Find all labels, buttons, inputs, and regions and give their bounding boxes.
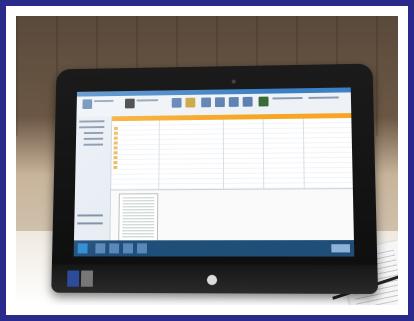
ribbon-label	[94, 99, 114, 103]
grid-column-divider	[222, 119, 225, 189]
row-icon	[113, 126, 118, 130]
brand-logo-icon	[206, 274, 218, 286]
taskbar-app-icon	[136, 243, 147, 254]
ribbon-button-icon	[82, 99, 93, 110]
ribbon-label	[136, 99, 159, 102]
all-in-one-monitor	[51, 63, 379, 295]
nav-item	[77, 214, 103, 217]
ribbon-button-icon	[201, 97, 212, 108]
row-icon	[113, 161, 118, 164]
nav-item	[79, 120, 105, 123]
photo-frame	[6, 6, 408, 315]
ribbon-button-icon	[214, 97, 225, 108]
taskbar-app-icon	[95, 243, 106, 254]
nav-item	[77, 222, 103, 225]
monitor-chin	[51, 264, 379, 295]
clock-area	[331, 244, 351, 253]
document-preview	[118, 193, 159, 242]
window-title-bar	[76, 87, 351, 97]
ribbon-button-icon	[124, 98, 135, 109]
brand-sticker	[80, 270, 94, 287]
preview-pane	[110, 188, 354, 242]
ribbon-button-icon	[171, 97, 182, 108]
nav-item	[79, 126, 105, 129]
row-icon	[113, 165, 118, 169]
nav-item	[83, 137, 104, 140]
nav-item	[83, 131, 104, 135]
ribbon-button-icon	[242, 96, 253, 107]
taskbar-app-icon	[109, 243, 120, 254]
ribbon-label	[272, 97, 303, 100]
document-text-lines	[122, 197, 155, 238]
monitor-screen	[73, 87, 355, 257]
taskbar-app-icon	[123, 243, 134, 254]
ribbon-button-icon	[228, 97, 239, 107]
ribbon-button-icon	[185, 97, 196, 108]
row-icon	[113, 131, 118, 135]
taskbar	[73, 240, 355, 257]
row-icon	[113, 141, 118, 145]
row-icon	[113, 136, 118, 140]
webcam-icon	[231, 79, 236, 84]
nav-item	[83, 143, 104, 146]
row-icon	[113, 151, 118, 155]
start-icon	[77, 243, 88, 254]
ribbon-button-icon	[258, 96, 269, 107]
brand-sticker	[67, 270, 80, 287]
row-icon	[113, 156, 118, 160]
ribbon-label	[308, 96, 339, 99]
message-list-grid	[111, 118, 353, 190]
row-icon	[113, 146, 118, 150]
navigation-pane	[73, 116, 113, 241]
photo	[16, 16, 398, 305]
